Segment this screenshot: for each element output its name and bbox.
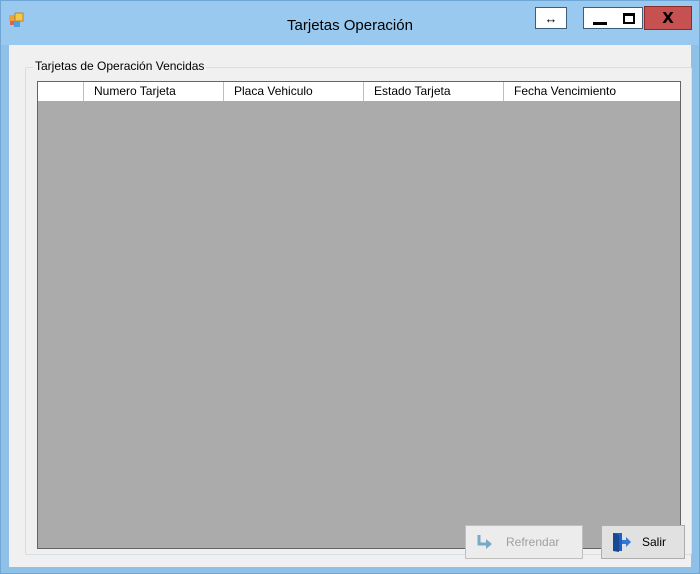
arrow-turn-right-icon bbox=[474, 531, 496, 553]
minimize-icon bbox=[592, 21, 607, 25]
grid-header: Numero Tarjeta Placa Vehiculo Estado Tar… bbox=[38, 82, 680, 101]
cards-data-grid[interactable]: Numero Tarjeta Placa Vehiculo Estado Tar… bbox=[37, 81, 681, 549]
salir-label: Salir bbox=[642, 535, 667, 549]
minimize-button[interactable] bbox=[583, 7, 615, 29]
resize-arrows-icon: ↔ bbox=[544, 10, 558, 26]
grid-row-header-corner[interactable] bbox=[38, 82, 84, 101]
column-header-estado-tarjeta[interactable]: Estado Tarjeta bbox=[364, 82, 504, 101]
maximize-icon bbox=[622, 12, 635, 24]
refrendar-button[interactable]: Refrendar bbox=[465, 525, 583, 559]
title-bar[interactable]: Tarjetas Operación ↔ X bbox=[1, 1, 699, 45]
maximize-button[interactable] bbox=[615, 7, 643, 29]
groupbox-caption: Tarjetas de Operación Vencidas bbox=[33, 59, 207, 73]
close-button[interactable]: X bbox=[644, 6, 692, 30]
app-window: Tarjetas Operación ↔ X Tarjetas de Opera… bbox=[0, 0, 700, 574]
form-client-area: Tarjetas de Operación Vencidas Numero Ta… bbox=[9, 45, 692, 567]
column-header-numero-tarjeta[interactable]: Numero Tarjeta bbox=[84, 82, 224, 101]
column-header-fecha-vencimiento[interactable]: Fecha Vencimiento bbox=[504, 82, 680, 101]
close-icon: X bbox=[662, 9, 674, 27]
exit-door-icon bbox=[610, 531, 632, 553]
column-header-placa-vehiculo[interactable]: Placa Vehiculo bbox=[224, 82, 364, 101]
refrendar-label: Refrendar bbox=[506, 535, 560, 549]
resize-button[interactable]: ↔ bbox=[535, 7, 567, 29]
salir-button[interactable]: Salir bbox=[601, 525, 685, 559]
